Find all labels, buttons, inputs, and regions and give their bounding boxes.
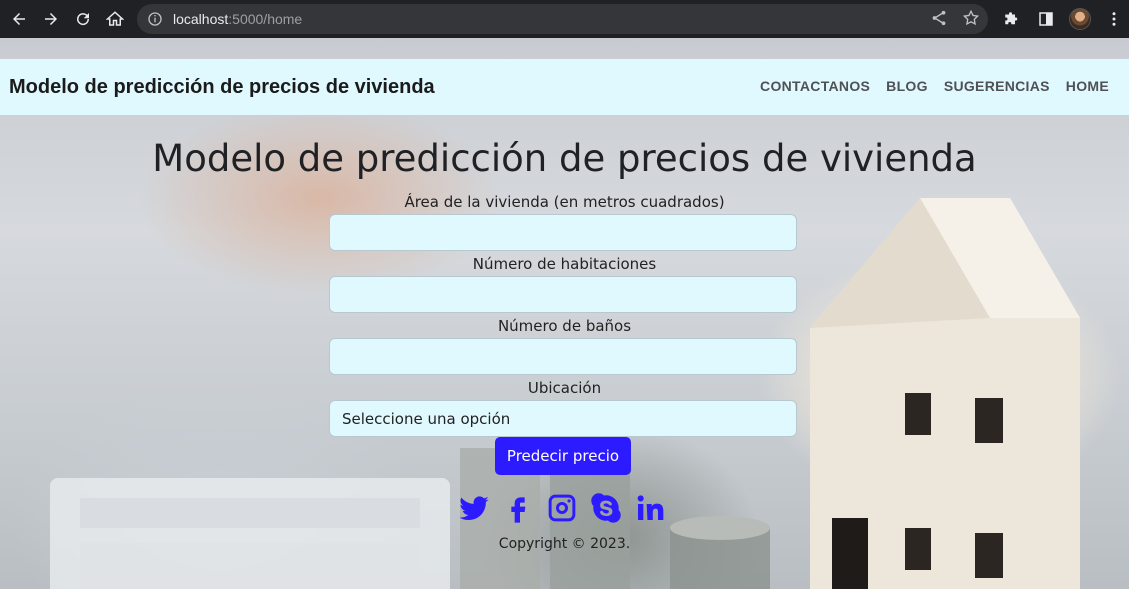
- instagram-icon[interactable]: [546, 491, 578, 525]
- nav-link-blog[interactable]: BLOG: [886, 78, 928, 94]
- bathrooms-label: Número de baños: [497, 317, 632, 335]
- reload-icon[interactable]: [71, 7, 95, 31]
- twitter-icon[interactable]: [458, 491, 490, 525]
- menu-kebab-icon[interactable]: [1102, 7, 1126, 31]
- calculator-background-icon: [50, 478, 450, 589]
- area-label: Área de la vivienda (en metros cuadrados…: [404, 193, 725, 211]
- area-input[interactable]: [329, 214, 797, 251]
- bookmark-star-icon[interactable]: [962, 9, 980, 31]
- page-title: Modelo de predicción de precios de vivie…: [152, 137, 977, 180]
- footer-copyright: Copyright © 2023.: [498, 536, 631, 552]
- home-icon[interactable]: [103, 7, 127, 31]
- nav-link-contactanos[interactable]: CONTACTANOS: [760, 78, 870, 94]
- linkedin-icon[interactable]: [634, 491, 666, 525]
- address-bar[interactable]: localhost:5000/home: [137, 4, 988, 34]
- predict-price-button[interactable]: Predecir precio: [495, 437, 631, 475]
- social-links: [458, 491, 666, 525]
- share-icon[interactable]: [930, 9, 948, 31]
- nav-link-sugerencias[interactable]: SUGERENCIAS: [944, 78, 1050, 94]
- extensions-puzzle-icon[interactable]: [1000, 7, 1024, 31]
- navbar-brand[interactable]: Modelo de predicción de precios de vivie…: [9, 76, 435, 99]
- side-panel-icon[interactable]: [1034, 7, 1058, 31]
- nav-link-home[interactable]: HOME: [1066, 78, 1109, 94]
- avatar[interactable]: [1068, 7, 1092, 31]
- forward-arrow-icon[interactable]: [39, 7, 63, 31]
- location-selected-value: Seleccione una opción: [342, 409, 511, 428]
- bedrooms-input[interactable]: [329, 276, 797, 313]
- page-viewport: Modelo de predicción de precios de vivie…: [0, 38, 1129, 589]
- browser-toolbar: localhost:5000/home: [0, 0, 1129, 38]
- back-arrow-icon[interactable]: [7, 7, 31, 31]
- site-navbar: Modelo de predicción de precios de vivie…: [0, 59, 1129, 115]
- skype-icon[interactable]: [590, 491, 622, 525]
- location-label: Ubicación: [527, 379, 602, 397]
- bedrooms-label: Número de habitaciones: [472, 255, 657, 273]
- bathrooms-input[interactable]: [329, 338, 797, 375]
- nav-links: CONTACTANOS BLOG SUGERENCIAS HOME: [760, 78, 1109, 94]
- site-info-icon[interactable]: [147, 11, 163, 27]
- url-text: localhost:5000/home: [173, 11, 303, 27]
- facebook-icon[interactable]: [502, 491, 534, 525]
- location-select[interactable]: Seleccione una opción: [329, 400, 797, 437]
